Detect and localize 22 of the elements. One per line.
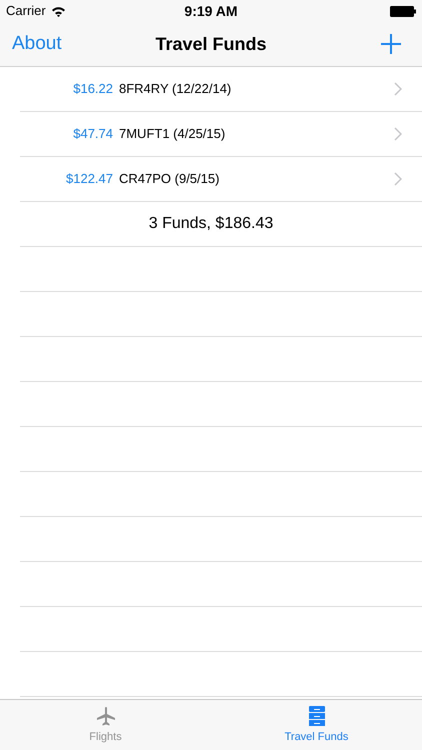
fund-amount: $122.47 [65,170,113,188]
chevron-icon [394,127,402,141]
fund-row[interactable]: $122.47 CR47PO (9/5/15) [20,157,422,202]
fund-label: 7MUFT1 (4/25/15) [119,125,226,144]
funds-summary: 3 Funds, $186.43 [148,214,274,234]
airplane-icon [94,704,116,727]
fund-row[interactable]: $47.74 7MUFT1 (4/25/15) [20,112,422,157]
battery-icon [390,6,416,16]
chevron-icon [394,172,402,186]
fund-amount: $47.74 [72,125,113,144]
carrier-label: Carrier [6,2,46,20]
fund-amount: $16.22 [72,80,113,98]
fund-row[interactable]: $16.22 8FR4RY (12/22/14) [20,67,422,112]
clock-label: 9:19 AM [184,2,238,20]
tab[interactable]: Travel Funds [211,700,422,750]
chevron-icon [394,82,402,96]
fund-label: CR47PO (9/5/15) [119,170,220,188]
screen-title: Travel Funds [155,32,267,56]
add-icon[interactable] [380,33,402,55]
fund-label: 8FR4RY (12/22/14) [119,80,232,98]
about-link[interactable]: About [12,30,62,58]
wifi-icon [50,6,66,16]
